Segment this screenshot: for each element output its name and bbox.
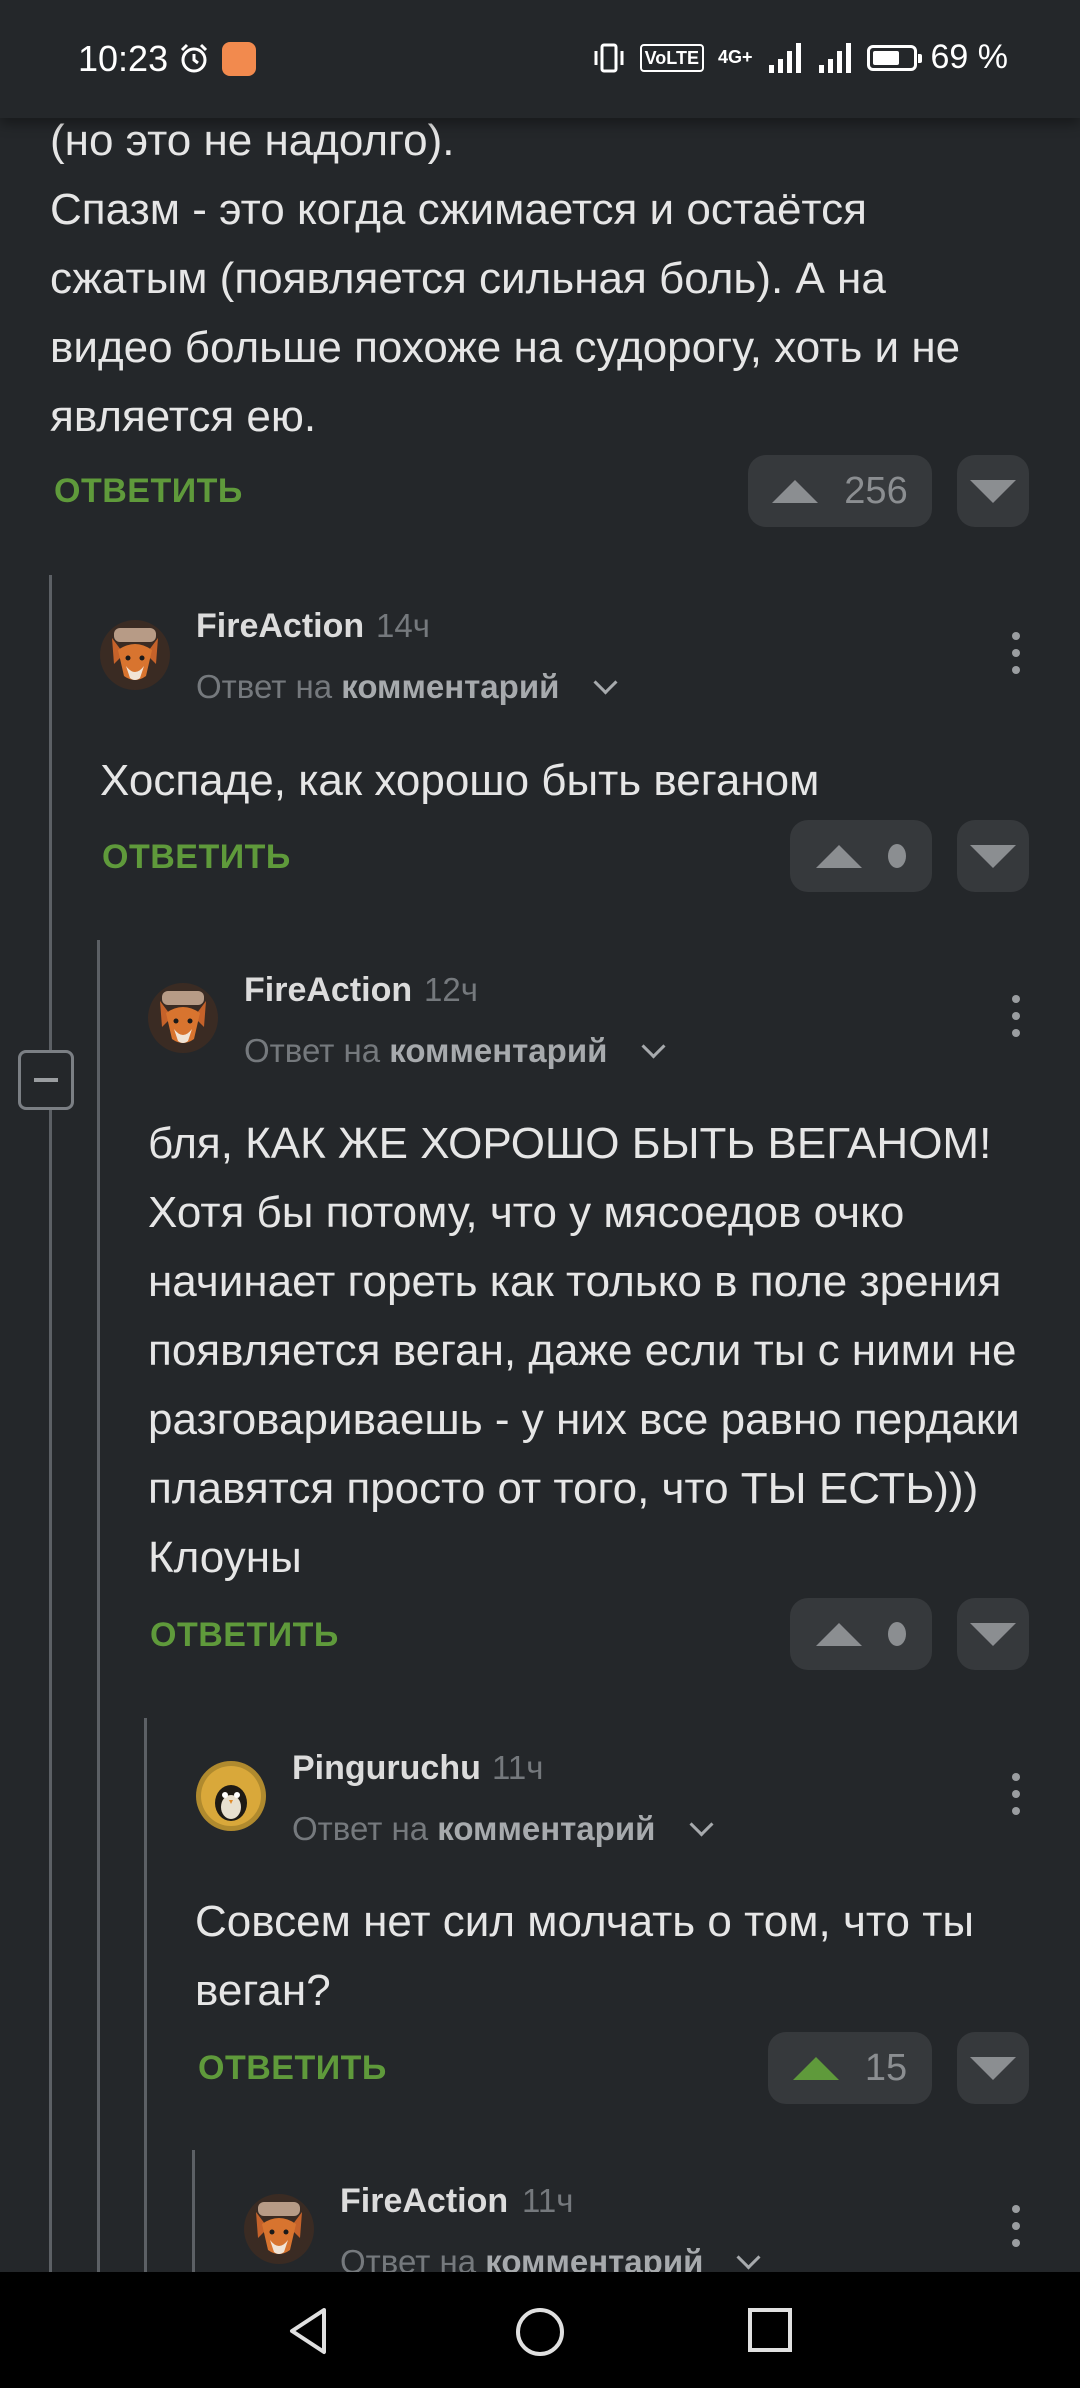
more-options-icon[interactable] — [1012, 2205, 1020, 2247]
vote-count: 256 — [844, 469, 908, 512]
downvote-button[interactable] — [957, 455, 1029, 527]
downvote-icon — [970, 1622, 1016, 1646]
comment-author[interactable]: FireAction — [244, 971, 412, 1010]
upvote-icon — [792, 2056, 839, 2080]
downvote-icon — [970, 2056, 1016, 2080]
status-icons: VoLTE 4G+ 69 % — [592, 38, 1008, 77]
avatar[interactable] — [100, 620, 170, 690]
downvote-button[interactable] — [957, 820, 1029, 892]
status-time: 10:23 — [78, 38, 169, 79]
reply-to-link[interactable]: Ответ на комментарий — [196, 668, 559, 706]
reply-to-link[interactable]: Ответ на комментарий — [244, 1032, 607, 1070]
reply-to-link[interactable]: Ответ на комментарий — [340, 2243, 703, 2272]
comments-feed: (но это не надолго). Спазм - это когда с… — [0, 0, 1080, 2272]
upvote-button[interactable]: 15 — [768, 2032, 932, 2104]
comment-time: 14ч — [376, 607, 430, 644]
comment-text: бля, КАК ЖЕ ХОРОШО БЫТЬ ВЕГАНОМ! Хотя бы… — [148, 1119, 1020, 1582]
downvote-button[interactable] — [957, 2032, 1029, 2104]
vote-hidden-icon — [888, 844, 906, 868]
avatar[interactable] — [196, 1761, 266, 1831]
chevron-down-icon[interactable] — [689, 1812, 714, 1837]
comment-time: 11ч — [522, 2182, 574, 2219]
more-options-icon[interactable] — [1012, 995, 1020, 1037]
avatar[interactable] — [244, 2194, 314, 2264]
thread-line-level-1[interactable] — [49, 575, 52, 2272]
thread-line-level-2[interactable] — [97, 940, 100, 2272]
upvote-icon — [816, 1622, 862, 1646]
reply-button[interactable]: ОТВЕТИТЬ — [198, 2049, 387, 2088]
battery-icon — [866, 44, 922, 71]
vote-hidden-icon — [888, 1622, 906, 1646]
chevron-down-icon[interactable] — [736, 2245, 761, 2270]
battery-fill — [872, 50, 899, 65]
chevron-down-icon[interactable] — [593, 670, 618, 695]
comment-author[interactable]: Pinguruchu — [292, 1749, 481, 1788]
more-options-icon[interactable] — [1012, 632, 1020, 674]
comment-time: 12ч — [424, 971, 478, 1008]
thread-line-level-3[interactable] — [144, 1718, 147, 2272]
volte-icon: VoLTE — [639, 43, 704, 72]
collapse-thread-button[interactable] — [18, 1050, 74, 1110]
signal-icon — [818, 42, 851, 73]
comment-text: Хоспаде, как хорошо быть веганом — [100, 756, 820, 805]
avatar[interactable] — [148, 983, 218, 1053]
comment-author[interactable]: FireAction — [196, 607, 364, 646]
upvote-icon — [816, 844, 862, 868]
downvote-button[interactable] — [957, 1598, 1029, 1670]
downvote-icon — [970, 479, 1016, 503]
notification-icon — [222, 42, 256, 76]
reply-button[interactable]: ОТВЕТИТЬ — [150, 1616, 339, 1655]
reply-to-link[interactable]: Ответ на комментарий — [292, 1810, 655, 1848]
back-icon[interactable] — [284, 2306, 332, 2356]
battery-percent: 69 % — [930, 38, 1009, 76]
signal-icon — [768, 42, 801, 73]
comment-time: 11ч — [492, 1749, 544, 1786]
comment-author[interactable]: FireAction — [340, 2182, 508, 2221]
thread-line-level-4[interactable] — [192, 2150, 195, 2272]
upvote-icon — [772, 479, 819, 503]
recents-icon[interactable] — [746, 2306, 794, 2354]
comment-text: Совсем нет сил молчать о том, что ты вег… — [195, 1897, 975, 2015]
downvote-icon — [970, 844, 1016, 868]
network-type: 4G+ — [717, 47, 753, 67]
vibrate-icon — [594, 43, 624, 72]
reply-button[interactable]: ОТВЕТИТЬ — [54, 472, 243, 511]
chevron-down-icon[interactable] — [641, 1034, 666, 1059]
vote-count: 15 — [864, 2046, 908, 2089]
upvote-button[interactable] — [790, 820, 932, 892]
reply-button[interactable]: ОТВЕТИТЬ — [102, 838, 291, 877]
comment-text: (но это не надолго). Спазм - это когда с… — [50, 116, 961, 441]
more-options-icon[interactable] — [1012, 1773, 1020, 1815]
navigation-bar — [0, 2272, 1080, 2388]
upvote-button[interactable] — [790, 1598, 932, 1670]
upvote-button[interactable]: 256 — [748, 455, 932, 527]
alarm-icon — [180, 43, 208, 73]
status-bar: 10:23 VoLTE 4G+ 69 % — [0, 0, 1080, 118]
home-icon[interactable] — [514, 2306, 566, 2358]
